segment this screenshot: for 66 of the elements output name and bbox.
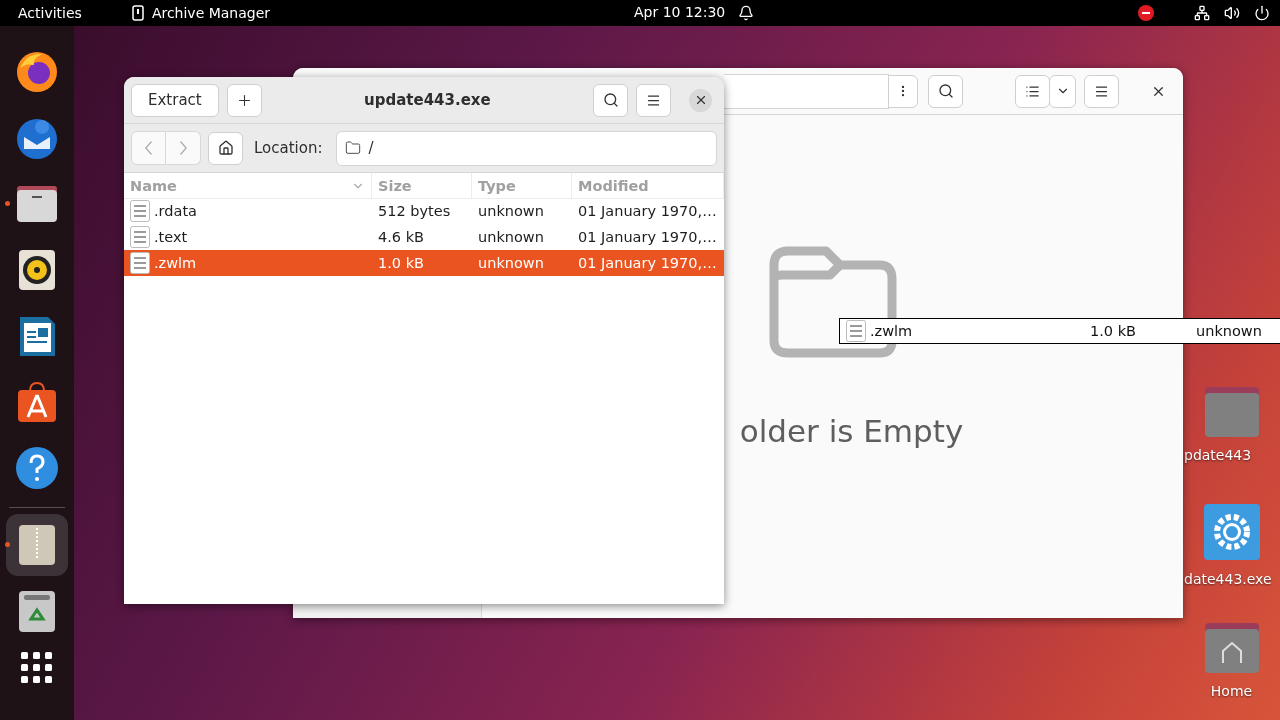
search-button[interactable] bbox=[593, 83, 628, 117]
location-path: / bbox=[368, 139, 374, 157]
file-modified: 01 January 1970,… bbox=[577, 229, 718, 245]
desktop-icon-label[interactable]: Home bbox=[1210, 683, 1253, 699]
do-not-disturb-icon[interactable] bbox=[1138, 5, 1154, 21]
app-name[interactable]: Archive Manager bbox=[151, 5, 271, 21]
file-name: .text bbox=[154, 229, 188, 245]
file-row[interactable]: .text 4.6 kB unknown 01 January 1970,… bbox=[124, 224, 724, 250]
file-type: unknown bbox=[1195, 323, 1263, 339]
column-header[interactable]: Modified bbox=[572, 173, 724, 199]
help-icon[interactable] bbox=[14, 445, 60, 491]
gear-icon[interactable] bbox=[1202, 503, 1261, 561]
app-menu-icon bbox=[131, 5, 144, 21]
activities-button[interactable]: Activities bbox=[18, 5, 82, 21]
file-type: unknown bbox=[477, 229, 545, 245]
location-label: Location: bbox=[254, 139, 323, 157]
home-folder-icon[interactable] bbox=[1202, 621, 1261, 673]
file-size: 1.0 kB bbox=[1090, 323, 1137, 339]
binary-file-icon bbox=[130, 200, 150, 222]
file-row[interactable]: .rdata 512 bytes unknown 01 January 1970,… bbox=[124, 198, 724, 224]
search-icon bbox=[602, 92, 619, 108]
file-modified: 01 January 1970,… bbox=[577, 255, 718, 271]
back-icon bbox=[145, 141, 152, 155]
fox-globe-icon[interactable] bbox=[14, 49, 60, 95]
menu-icon bbox=[646, 92, 661, 108]
file-size: 512 bytes bbox=[377, 203, 452, 219]
home-icon bbox=[217, 140, 234, 156]
search-button[interactable] bbox=[928, 74, 963, 108]
list-view-icon bbox=[1025, 83, 1040, 99]
volume-icon[interactable] bbox=[1224, 5, 1240, 21]
column-header[interactable]: Size bbox=[372, 173, 472, 199]
folder-icon bbox=[344, 140, 361, 156]
file-type: unknown bbox=[477, 203, 545, 219]
column-header[interactable]: Name bbox=[124, 173, 372, 199]
running-indicator bbox=[5, 542, 10, 547]
menu-button[interactable] bbox=[636, 83, 671, 117]
column-header[interactable]: Type bbox=[472, 173, 572, 199]
clock[interactable]: Apr 10 12:30 bbox=[634, 4, 726, 20]
file-size: 1.0 kB bbox=[377, 255, 425, 271]
home-button[interactable] bbox=[208, 131, 243, 165]
binary-file-icon bbox=[130, 252, 150, 274]
file-name: .zwlm bbox=[870, 323, 913, 339]
file-size: 4.6 kB bbox=[377, 229, 425, 245]
empty-folder-message: older is Empty bbox=[738, 412, 964, 449]
window-title: update443.exe bbox=[363, 91, 492, 109]
extract-button[interactable]: Extract bbox=[131, 83, 219, 117]
file-row[interactable]: .zwlm 1.0 kB unknown 01 January 1970,… bbox=[124, 250, 724, 276]
location-field[interactable]: / bbox=[335, 130, 717, 166]
file-name: .rdata bbox=[154, 203, 197, 219]
running-indicator bbox=[5, 201, 10, 206]
power-icon[interactable] bbox=[1254, 5, 1270, 21]
menu-button[interactable] bbox=[1084, 74, 1119, 108]
desktop-icon-label[interactable]: pdate443 bbox=[1184, 447, 1252, 463]
file-type: unknown bbox=[477, 255, 545, 271]
close-button[interactable] bbox=[689, 88, 712, 112]
network-icon[interactable] bbox=[1194, 5, 1210, 21]
app-grid-icon[interactable] bbox=[21, 652, 53, 684]
list-view-button[interactable] bbox=[1015, 74, 1050, 108]
search-icon bbox=[937, 83, 954, 99]
menu-icon bbox=[1094, 83, 1109, 99]
forward-icon bbox=[179, 141, 187, 155]
binary-file-icon bbox=[130, 226, 150, 248]
notification-bell-icon[interactable] bbox=[738, 5, 754, 21]
file-modified: 01 January 1970,… bbox=[577, 203, 718, 219]
file-name: .zwlm bbox=[154, 255, 197, 271]
desktop-icon-label[interactable]: date443.exe bbox=[1184, 571, 1272, 587]
